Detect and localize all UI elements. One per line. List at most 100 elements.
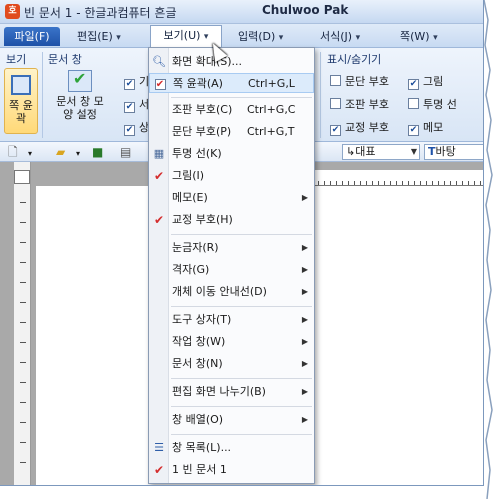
submenu-arrow-icon: ▶	[301, 337, 308, 346]
menu-item-proofread-mark[interactable]: ✔ 교정 부호(H)	[149, 210, 314, 230]
checkbox-checked-icon: ✔	[408, 125, 419, 136]
menu-item-transparent-line[interactable]: ▦ 투명 선(K)	[149, 144, 314, 164]
menu-item-open-document-label: 1 빈 문서 1	[172, 463, 227, 476]
menu-item-paragraph-mark[interactable]: 문단 부호(P) Ctrl+G,T	[149, 122, 314, 142]
menu-item-task-pane[interactable]: 작업 창(W) ▶	[149, 332, 314, 352]
window-title: 빈 문서 1 - 한글과컴퓨터 흔글	[24, 6, 177, 20]
horizontal-ruler[interactable]	[300, 170, 483, 186]
menu-item-paragraph-mark-label: 문단 부호(P)	[172, 125, 232, 138]
page-outline-label: 쪽 윤곽	[9, 99, 33, 125]
check-proofread-mark-label: 교정 부호	[345, 121, 389, 134]
ruler-tick	[20, 402, 26, 403]
check-picture[interactable]: ✔ 그림	[408, 74, 443, 90]
menu-separator	[171, 378, 312, 379]
group-label-show-hide: 표시/숨기기	[327, 53, 382, 66]
doc-window-style-button[interactable]: 문서 창 모양 설정	[52, 69, 108, 121]
style-combo-value: 대표	[355, 145, 376, 158]
new-document-icon[interactable]: 🗋	[8, 145, 18, 159]
style-combo[interactable]: ↳대표 ▼	[342, 144, 420, 160]
menu-item-open-document[interactable]: ✔ 1 빈 문서 1	[149, 460, 314, 480]
check-layout-mark[interactable]: 조판 부호	[330, 97, 389, 112]
menu-file[interactable]: 파일(F)	[4, 27, 60, 46]
chevron-down-icon[interactable]: ▾	[76, 147, 80, 161]
check-proofread-mark[interactable]: ✔ 교정 부호	[330, 120, 389, 136]
ruler-tick	[20, 362, 26, 363]
open-folder-icon[interactable]: ▰	[56, 145, 65, 159]
menu-item-layout-mark-shortcut: Ctrl+G,C	[247, 103, 296, 116]
submenu-arrow-icon: ▶	[301, 415, 308, 424]
chevron-down-icon: ▾	[355, 33, 361, 43]
menu-item-grid[interactable]: 격자(G) ▶	[149, 260, 314, 280]
menu-item-object-guide[interactable]: 개체 이동 안내선(D) ▶	[149, 282, 314, 302]
group-label-view: 보기	[6, 53, 27, 66]
font-glyph-icon: T	[428, 145, 436, 158]
menu-item-arrange-windows[interactable]: 창 배열(O) ▶	[149, 410, 314, 430]
font-combo[interactable]: T바탕	[424, 144, 483, 160]
chevron-down-icon[interactable]: ▾	[28, 147, 32, 161]
menu-item-page-outline[interactable]: ✔ 쪽 윤곽(A) Ctrl+G,L	[149, 73, 314, 93]
check-transparent-line[interactable]: 투명 선	[408, 97, 457, 112]
user-name: Chulwoo Pak	[262, 3, 349, 17]
menu-page[interactable]: 쪽(W) ▾	[400, 28, 438, 46]
menu-separator	[171, 97, 312, 98]
submenu-arrow-icon: ▶	[301, 387, 308, 396]
checkbox-checked-icon: ✔	[124, 102, 135, 113]
check-memo-label: 메모	[423, 121, 444, 134]
submenu-arrow-icon: ▶	[301, 359, 308, 368]
chevron-down-icon: ▾	[203, 32, 209, 42]
menu-item-split-view[interactable]: 편집 화면 나누기(B) ▶	[149, 382, 314, 402]
menu-item-doc-window[interactable]: 문서 창(N) ▶	[149, 354, 314, 374]
ribbon-separator	[42, 52, 43, 138]
check-layout-mark-label: 조판 부호	[345, 98, 389, 111]
menu-item-page-outline-label: 쪽 윤곽(A)	[173, 77, 223, 90]
check-paragraph-mark-label: 문단 부호	[345, 75, 389, 88]
vertical-ruler[interactable]	[14, 162, 31, 485]
menu-item-picture[interactable]: ✔ 그림(I)	[149, 166, 314, 186]
menu-item-window-list[interactable]: ☰ 창 목록(L)...	[149, 438, 314, 458]
hwp-app-icon[interactable]: 호	[5, 4, 20, 19]
window-check-icon	[68, 69, 92, 92]
menu-item-memo[interactable]: 메모(E) ▶	[149, 188, 314, 208]
view-menu-dropdown: 🔍︎ 화면 확대(S)... ✔ 쪽 윤곽(A) Ctrl+G,L 조판 부호(C) C…	[148, 47, 315, 484]
checkbox-checked-icon: ✔	[408, 79, 419, 90]
ruler-tick	[20, 322, 26, 323]
menu-format[interactable]: 서식(J) ▾	[320, 28, 360, 46]
menu-item-grid-label: 격자(G)	[172, 263, 210, 276]
ribbon-check-left-1[interactable]: ✔ 기	[124, 74, 149, 90]
ruler-tick	[20, 342, 26, 343]
check-memo[interactable]: ✔ 메모	[408, 120, 444, 136]
menu-input-label: 입력(D)	[238, 30, 276, 43]
menu-edit[interactable]: 편집(E) ▾	[77, 28, 121, 46]
save-icon[interactable]: ■	[92, 145, 103, 159]
group-label-doc-window: 문서 창	[48, 53, 82, 66]
check-paragraph-mark[interactable]: 문단 부호	[330, 74, 389, 89]
menu-separator	[171, 434, 312, 435]
menu-item-doc-window-label: 문서 창(N)	[172, 357, 223, 370]
check-transparent-line-label: 투명 선	[423, 98, 457, 111]
ruler-corner	[14, 170, 30, 184]
font-combo-value: 바탕	[435, 145, 456, 158]
ribbon-separator	[320, 52, 321, 138]
menu-separator	[171, 234, 312, 235]
print-icon[interactable]: ▤	[120, 145, 131, 159]
menu-input[interactable]: 입력(D) ▾	[238, 28, 283, 46]
torn-edge	[484, 0, 493, 499]
ruler-tick	[20, 262, 26, 263]
menu-item-object-guide-label: 개체 이동 안내선(D)	[172, 285, 267, 298]
menu-item-layout-mark[interactable]: 조판 부호(C) Ctrl+G,C	[149, 100, 314, 120]
menu-format-label: 서식(J)	[320, 30, 353, 43]
menu-item-ruler[interactable]: 눈금자(R) ▶	[149, 238, 314, 258]
menu-item-arrange-windows-label: 창 배열(O)	[172, 413, 224, 426]
ribbon-check-left-2[interactable]: ✔ 서	[124, 97, 149, 113]
menu-item-proofread-mark-label: 교정 부호(H)	[172, 213, 233, 226]
ribbon-check-left-3[interactable]: ✔ 상	[124, 120, 149, 136]
menu-item-toolbox[interactable]: 도구 상자(T) ▶	[149, 310, 314, 330]
checkbox-checked-icon: ✔	[124, 79, 135, 90]
page-outline-button[interactable]: 쪽 윤곽	[4, 68, 38, 134]
doc-window-style-label: 문서 창 모양 설정	[56, 95, 104, 121]
menu-separator	[171, 306, 312, 307]
checkbox-unchecked-icon	[408, 98, 419, 109]
menu-item-zoom[interactable]: 🔍︎ 화면 확대(S)...	[149, 52, 314, 72]
check-icon: ✔	[153, 463, 165, 477]
ruler-tick	[20, 202, 26, 203]
